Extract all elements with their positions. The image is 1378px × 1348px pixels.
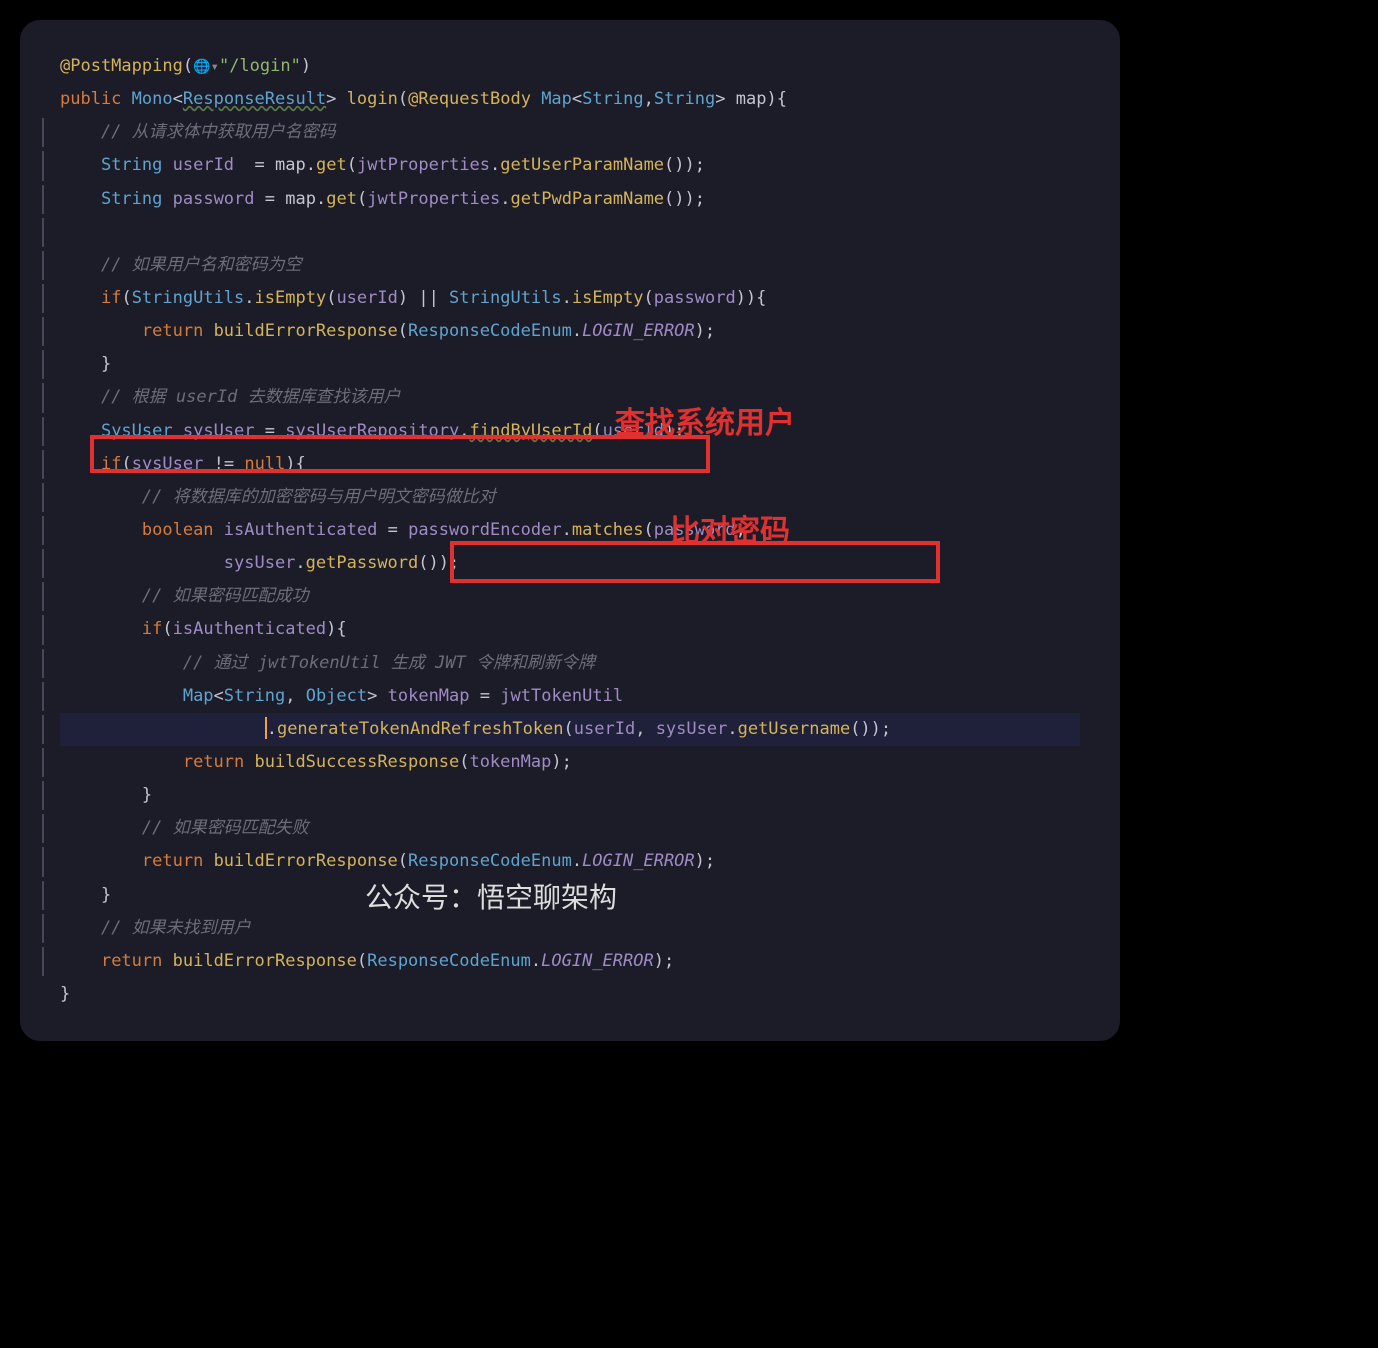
text-cursor <box>265 717 267 739</box>
code-line: // 根据 userId 去数据库查找该用户 <box>60 381 1080 414</box>
code-line: String userId = map.get(jwtProperties.ge… <box>60 149 1080 182</box>
code-line: if(sysUser != null){ <box>60 448 1080 481</box>
code-line: // 如果密码匹配成功 <box>60 580 1080 613</box>
code-line: // 从请求体中获取用户名密码 <box>60 116 1080 149</box>
code-line: // 如果用户名和密码为空 <box>60 249 1080 282</box>
code-line: return buildSuccessResponse(tokenMap); <box>60 746 1080 779</box>
string-literal: "/login" <box>219 56 301 76</box>
code-line: // 如果密码匹配失败 <box>60 812 1080 845</box>
code-line: if(StringUtils.isEmpty(userId) || String… <box>60 282 1080 315</box>
code-line: } <box>60 779 1080 812</box>
code-line: SysUser sysUser = sysUserRepository.find… <box>60 415 1080 448</box>
code-line <box>60 216 1080 249</box>
watermark-text: 公众号：悟空聊架构 <box>365 871 617 926</box>
annotation: @PostMapping <box>60 56 183 76</box>
code-line-active: .generateTokenAndRefreshToken(userId, sy… <box>60 713 1080 746</box>
code-line: if(isAuthenticated){ <box>60 613 1080 646</box>
code-line: String password = map.get(jwtProperties.… <box>60 183 1080 216</box>
code-line: } <box>60 978 1080 1011</box>
code-line: sysUser.getPassword()); <box>60 547 1080 580</box>
code-line: } <box>60 348 1080 381</box>
code-line: // 通过 jwtTokenUtil 生成 JWT 令牌和刷新令牌 <box>60 647 1080 680</box>
code-line: return buildErrorResponse(ResponseCodeEn… <box>60 945 1080 978</box>
code-line: // 将数据库的加密密码与用户明文密码做比对 <box>60 481 1080 514</box>
code-line: public Mono<ResponseResult> login(@Reque… <box>60 83 1080 116</box>
code-line: Map<String, Object> tokenMap = jwtTokenU… <box>60 680 1080 713</box>
code-line: @PostMapping(🌐▾"/login") <box>60 50 1080 83</box>
type-link[interactable]: ResponseResult <box>183 89 326 109</box>
annotation-label-2: 比对密码 <box>670 503 790 562</box>
annotation-label-1: 查找系统用户 <box>615 395 795 454</box>
code-editor: @PostMapping(🌐▾"/login") public Mono<Res… <box>20 20 1120 1041</box>
code-line: return buildErrorResponse(ResponseCodeEn… <box>60 315 1080 348</box>
code-line: boolean isAuthenticated = passwordEncode… <box>60 514 1080 547</box>
globe-icon: 🌐▾ <box>193 59 219 75</box>
